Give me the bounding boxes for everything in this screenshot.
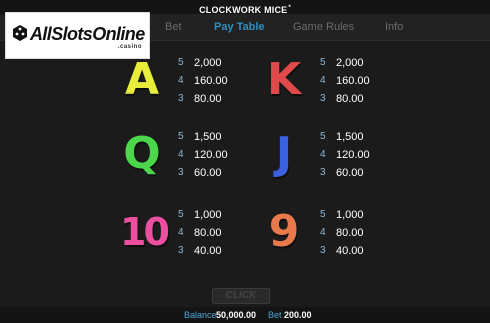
payout-count: 3: [320, 167, 326, 178]
payout-row: 4 160.00: [320, 74, 460, 90]
payout-count: 4: [178, 75, 184, 86]
tab-info[interactable]: Info: [385, 21, 403, 33]
symbol-icon: 9: [268, 206, 300, 257]
balance-label: Balance: [184, 310, 217, 320]
logo-text: AllSlotsOnline: [30, 24, 145, 44]
payout-count: 5: [320, 57, 326, 68]
payout-count: 4: [178, 227, 184, 238]
payout-count: 3: [178, 93, 184, 104]
payout-row: 4 80.00: [320, 226, 460, 242]
payout-value: 160.00: [336, 75, 370, 87]
payout-count: 4: [320, 149, 326, 160]
symbol-icon: A: [124, 54, 160, 105]
symbol-icon: 10: [120, 210, 170, 254]
payout-count: 4: [320, 227, 326, 238]
payout-row: 5 1,500: [320, 130, 460, 146]
payout-row: 5 1,000: [320, 208, 460, 224]
paytable-entry: J 5 1,500 4 120.00 3 60.00: [262, 130, 462, 190]
payout-value: 1,000: [336, 209, 364, 221]
payout-value: 80.00: [336, 227, 364, 239]
payout-value: 120.00: [336, 149, 370, 161]
balance-value: 50,000.00: [216, 310, 257, 320]
payout-row: 4 120.00: [320, 148, 460, 164]
logo-subtext: .casino: [117, 44, 142, 50]
payout-value: 1,500: [194, 131, 222, 143]
payout-count: 4: [320, 75, 326, 86]
payout-value: 120.00: [194, 149, 228, 161]
payout-value: 60.00: [336, 167, 364, 179]
tab-game-rules[interactable]: Game Rules: [293, 21, 354, 33]
payout-value: 160.00: [194, 75, 228, 87]
symbol-icon: K: [266, 54, 302, 105]
payout-row: 3 40.00: [320, 244, 460, 260]
tab-pay-table[interactable]: Pay Table: [214, 21, 265, 33]
spin-button[interactable]: CLICK: [212, 288, 270, 304]
payout-count: 3: [320, 245, 326, 256]
payout-row: 3 60.00: [320, 166, 460, 182]
payout-count: 5: [320, 131, 326, 142]
status-bar: Balance 50,000.00 Bet 200.00: [0, 307, 490, 323]
payout-count: 5: [178, 209, 184, 220]
star-icon: *: [288, 5, 291, 11]
payout-row: 5 2,000: [320, 56, 460, 72]
payout-count: 5: [178, 131, 184, 142]
payout-count: 5: [320, 209, 326, 220]
payout-value: 1,000: [194, 209, 222, 221]
symbol-icon: J: [275, 128, 293, 179]
payout-value: 80.00: [336, 93, 364, 105]
payout-value: 1,500: [336, 131, 364, 143]
casino-logo: AllSlotsOnline .casino: [5, 12, 150, 59]
payout-value: 80.00: [194, 93, 222, 105]
payout-count: 3: [178, 167, 184, 178]
dice-icon: [13, 25, 27, 41]
payout-row: 3 80.00: [320, 92, 460, 108]
paytable-entry: K 5 2,000 4 160.00 3 80.00: [262, 56, 462, 116]
symbol-icon: Q: [123, 128, 161, 179]
payout-value: 40.00: [336, 245, 364, 257]
paytable-entry: 9 5 1,000 4 80.00 3 40.00: [262, 208, 462, 268]
payout-value: 2,000: [336, 57, 364, 69]
payout-value: 60.00: [194, 167, 222, 179]
payout-count: 3: [320, 93, 326, 104]
bet-value: 200.00: [284, 310, 312, 320]
payout-value: 2,000: [194, 57, 222, 69]
bet-label: Bet: [268, 310, 282, 320]
payout-value: 40.00: [194, 245, 222, 257]
payout-count: 4: [178, 149, 184, 160]
tab-bet[interactable]: Bet: [165, 21, 182, 33]
payout-value: 80.00: [194, 227, 222, 239]
payout-count: 3: [178, 245, 184, 256]
payout-count: 5: [178, 57, 184, 68]
